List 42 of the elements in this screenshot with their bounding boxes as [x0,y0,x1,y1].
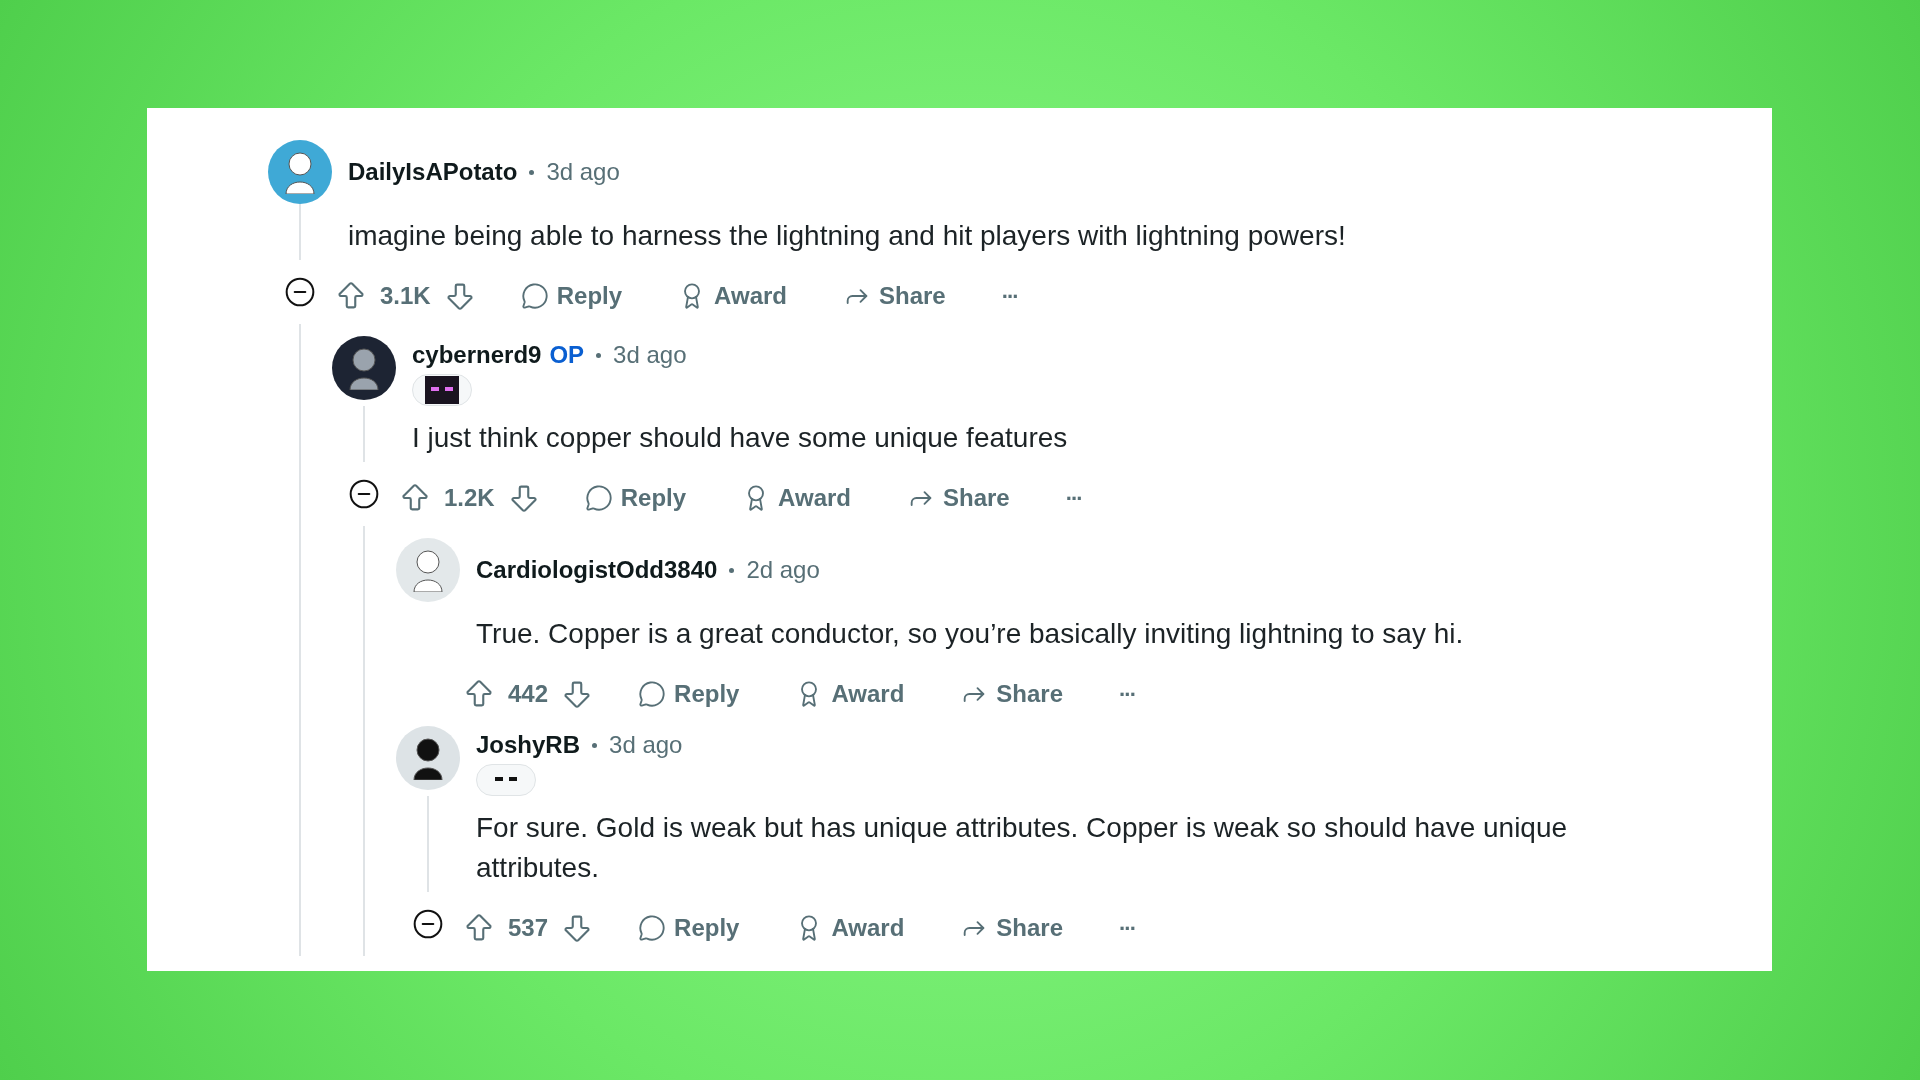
speech-bubble-icon [638,914,667,942]
user-flair-icon [412,374,472,406]
award-button[interactable]: Award [730,476,863,520]
username[interactable]: DailyIsAPotato [348,157,518,187]
comment-text: For sure. Gold is weak but has unique attributes. Copper is weak so should have unique attributes. [476,811,1569,885]
username[interactable]: JoshyRB [476,730,581,760]
comment-time: 3d ago [546,157,620,187]
share-button[interactable]: Share [948,906,1076,950]
speech-bubble-icon [584,484,613,512]
more-options-button[interactable]: ··· [1107,673,1147,715]
comment-text: I just think copper should have some unique features [412,421,1069,455]
vote-count: 1.2K [444,483,495,513]
share-button[interactable]: Share [895,476,1022,520]
username[interactable]: CardiologistOdd3840 [476,555,718,585]
more-options-button[interactable]: ··· [989,275,1030,317]
collapse-icon[interactable] [284,276,316,308]
more-options-button[interactable]: ··· [1107,907,1147,949]
share-button[interactable]: Share [948,672,1076,716]
comment-text: imagine being able to harness the lightning and hit players with lightning powers! [348,219,1347,253]
op-label: OP [549,340,585,370]
comment-time: 3d ago [613,340,687,370]
comment-time: 3d ago [609,730,683,760]
collapse-icon[interactable] [412,908,444,940]
vote-count: 442 [508,679,549,709]
reply-button[interactable]: Reply [626,906,752,950]
comment-text: True. Copper is a great conductor, so you’re basically inviting lightning to say hi. [476,617,1465,651]
vote-count: 537 [508,913,549,943]
reply-button[interactable]: Reply [626,672,752,716]
collapse-icon[interactable] [348,478,380,510]
share-button[interactable]: Share [831,274,958,318]
user-flair-icon [476,764,536,796]
username[interactable]: cybernerd9 [412,340,542,370]
comment-time: 2d ago [746,555,820,585]
award-button[interactable]: Award [666,274,799,318]
speech-bubble-icon [520,282,549,310]
award-button[interactable]: Award [783,672,917,716]
speech-bubble-icon [638,680,667,708]
reply-button[interactable]: Reply [508,274,635,318]
more-options-button[interactable]: ··· [1053,477,1094,519]
award-button[interactable]: Award [783,906,917,950]
vote-count: 3.1K [380,281,431,311]
reply-button[interactable]: Reply [572,476,699,520]
